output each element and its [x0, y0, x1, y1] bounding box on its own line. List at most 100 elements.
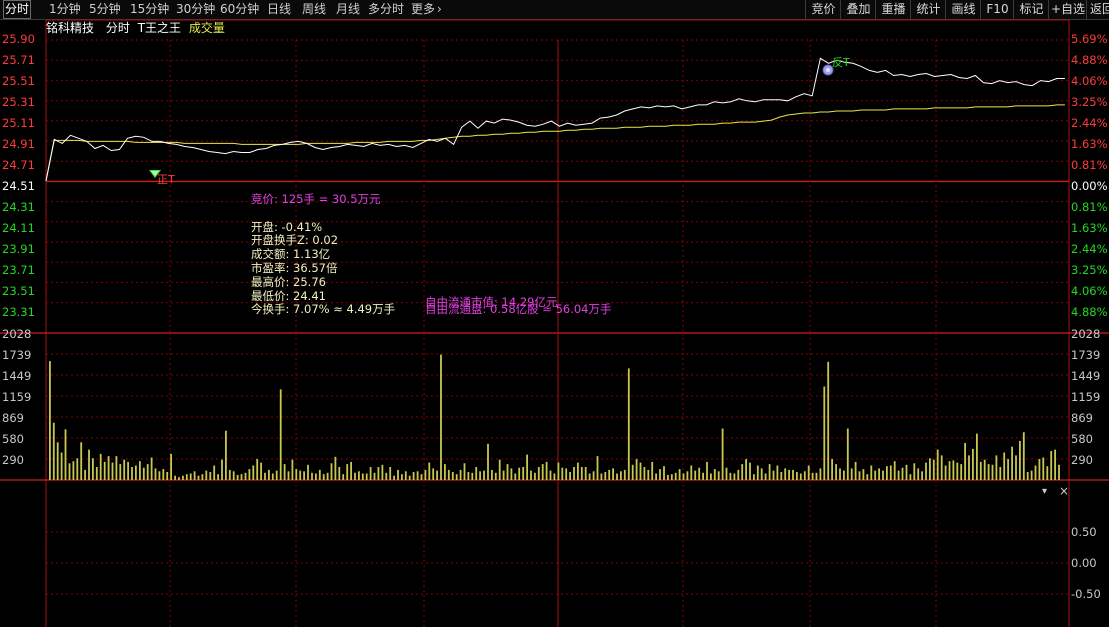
volume-bar — [154, 468, 157, 480]
volume-bar — [608, 469, 611, 480]
volume-bar — [604, 472, 607, 480]
volume-bar — [420, 474, 423, 480]
volume-tick: 2028 — [1071, 327, 1101, 341]
open-turnover: 开盘换手Z: 0.02 — [251, 233, 339, 247]
volume-bar — [682, 473, 685, 480]
volume-bar — [1003, 452, 1006, 480]
volume-bar — [279, 389, 282, 480]
volume-bar — [901, 467, 904, 480]
volume-bar — [338, 467, 341, 480]
volume-bar — [1034, 465, 1037, 480]
volume-bar — [326, 472, 329, 480]
volume-bar — [905, 464, 908, 480]
volume-bar — [307, 464, 309, 480]
volume-bar — [725, 467, 728, 480]
volume-bar — [271, 473, 274, 480]
price-tick: 23.91 — [2, 242, 35, 256]
price-tick: 24.51 — [2, 179, 35, 193]
volume-bar — [232, 471, 235, 480]
volume-bar — [385, 472, 388, 480]
volume-bar — [831, 459, 833, 480]
percent-tick: 4.06% — [1071, 74, 1108, 88]
volume-bar — [600, 473, 603, 480]
volume-bar — [858, 471, 861, 480]
volume-bar — [580, 467, 583, 480]
volume-bar — [455, 474, 458, 480]
volume-bar — [999, 467, 1002, 480]
volume-bar — [358, 471, 360, 480]
volume-bar — [702, 472, 704, 480]
volume-tick: 580 — [2, 432, 24, 446]
volume-bar — [976, 433, 978, 480]
volume-bar — [404, 471, 407, 480]
volume-bar — [823, 386, 826, 480]
volume-bar — [1038, 459, 1041, 480]
volume-bar — [897, 470, 900, 480]
percent-tick: 1.63% — [1071, 137, 1108, 151]
volume-tick: 2028 — [2, 327, 32, 341]
volume-bar — [64, 429, 67, 480]
volume-bar — [131, 467, 133, 480]
volume-bar — [182, 475, 184, 480]
percent-tick: 4.06% — [1071, 284, 1108, 298]
percent-tick: 3.25% — [1071, 263, 1108, 277]
pe-ratio: 市盈率: 36.57倍 — [251, 261, 338, 275]
volume-bar — [850, 468, 853, 480]
volume-bar — [142, 467, 145, 480]
volume-bar — [197, 475, 200, 480]
volume-bar — [1007, 459, 1009, 480]
volume-bar — [749, 462, 751, 480]
percent-tick: 4.88% — [1071, 53, 1108, 67]
price-tick: 24.91 — [2, 137, 35, 151]
volume-bar — [295, 469, 298, 480]
volume-bar — [361, 473, 364, 480]
volume-bar — [424, 469, 427, 480]
turnover-rate: 今换手: 7.07% ≈ 4.49万手 — [251, 302, 396, 316]
volume-bar — [913, 463, 916, 480]
volume-bar — [479, 471, 481, 480]
volume-bar — [839, 468, 841, 480]
volume-bar — [444, 464, 446, 480]
volume-bar — [983, 459, 986, 480]
volume-bar — [827, 361, 830, 480]
dropdown-icon[interactable]: ▾ — [1042, 486, 1047, 497]
volume-bar — [584, 467, 587, 480]
volume-bar — [162, 469, 165, 480]
volume-bar — [792, 469, 794, 480]
close-icon[interactable]: × — [1059, 484, 1069, 498]
volume-bar — [139, 461, 141, 480]
volume-bars — [49, 354, 1060, 480]
volume-bar — [463, 463, 466, 480]
volume-bar — [115, 456, 118, 480]
volume-bar — [311, 472, 313, 480]
volume-bar — [745, 459, 747, 480]
volume-bar — [596, 456, 599, 480]
volume-bar — [1030, 470, 1033, 480]
volume-bar — [893, 461, 896, 480]
volume-bar — [565, 468, 568, 480]
chart-grid — [0, 19, 1109, 627]
volume-bar — [627, 368, 630, 480]
volume-bar — [150, 457, 153, 480]
volume-bar — [909, 474, 912, 480]
volume-bar — [561, 467, 564, 480]
volume-bar — [870, 465, 873, 480]
volume-bar — [60, 452, 63, 480]
volume-tick: 1159 — [2, 390, 32, 404]
volume-bar — [713, 469, 716, 480]
volume-bar — [401, 474, 403, 480]
volume-bar — [678, 469, 681, 480]
volume-bar — [510, 468, 513, 480]
volume-bar — [706, 461, 708, 480]
volume-bar — [123, 459, 126, 480]
volume-tick: 290 — [1071, 453, 1093, 467]
volume-bar — [874, 470, 877, 480]
volume-bar — [545, 461, 548, 480]
volume-bar — [655, 473, 657, 480]
volume-bar — [158, 471, 161, 480]
volume-bar — [694, 470, 697, 480]
volume-bar — [483, 470, 485, 480]
volume-bar — [119, 464, 122, 480]
volume-bar — [185, 474, 188, 480]
volume-bar — [979, 461, 982, 480]
